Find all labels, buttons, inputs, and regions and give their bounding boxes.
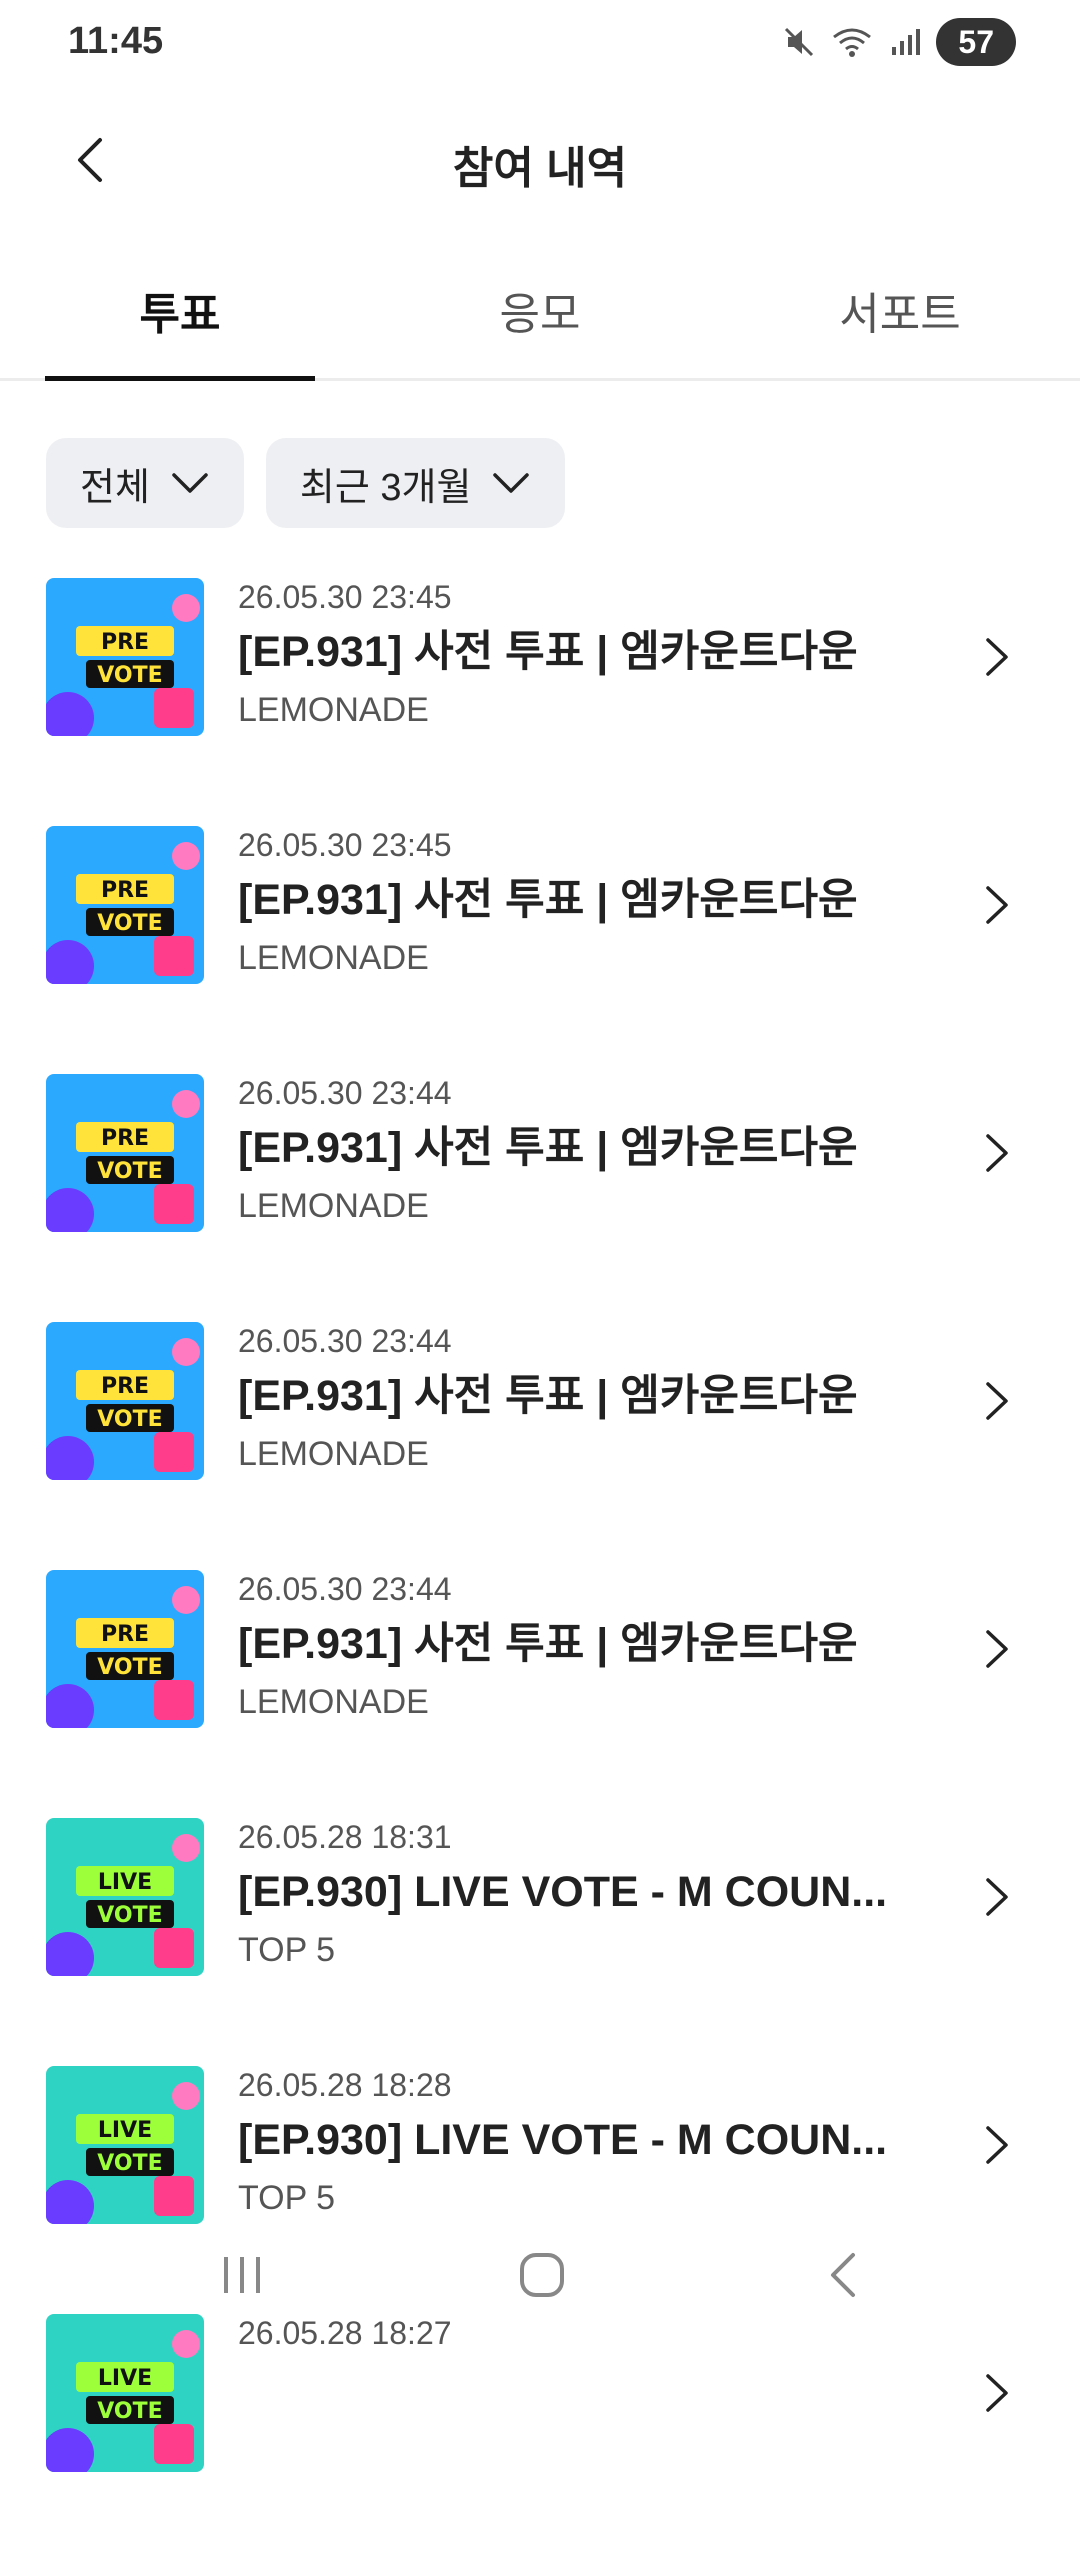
item-title: [EP.931] 사전 투표 | 엠카운트다운 (238, 1372, 858, 1420)
chevron-down-icon (493, 473, 530, 493)
badge-top-text: PRE (101, 878, 149, 903)
signal-icon (892, 29, 921, 55)
item-subtitle: TOP 5 (238, 1931, 336, 1969)
item-date: 26.05.30 23:45 (238, 579, 452, 615)
filter-all-dropdown[interactable]: 전체 (46, 438, 244, 528)
item-meta: 26.05.30 23:44 [EP.931] 사전 투표 | 엠카운트다운 LEM… (238, 1074, 938, 1228)
status-bar: 11:45 57 (0, 0, 1080, 90)
tab-bar: 투표 응모 서포트 (0, 260, 1080, 381)
item-meta: 26.05.28 18:28 [EP.930] LIVE VOTE - M COU… (238, 2066, 938, 2220)
item-date: 26.05.28 18:27 (238, 2315, 452, 2351)
header: 참여 내역 (0, 110, 1080, 210)
badge-top-text: PRE (101, 1374, 149, 1399)
list-item[interactable]: PRE VOTE 26.05.30 23:44 [EP.931] 사전 투표 | 엠카… (0, 1322, 1080, 1570)
item-date: 26.05.28 18:31 (238, 1819, 452, 1855)
badge-top-text: LIVE (98, 2366, 152, 2391)
item-meta: 26.05.30 23:45 [EP.931] 사전 투표 | 엠카운트다운 LEM… (238, 826, 938, 980)
vote-thumbnail: LIVE VOTE (46, 2066, 204, 2224)
list-item[interactable]: PRE VOTE 26.05.30 23:44 [EP.931] 사전 투표 | 엠카… (0, 1570, 1080, 1818)
item-subtitle: LEMONADE (238, 691, 429, 729)
item-subtitle: LEMONADE (238, 1187, 429, 1225)
badge-top-text: PRE (101, 1622, 149, 1647)
chevron-right-icon (986, 2126, 1008, 2164)
item-title: [EP.931] 사전 투표 | 엠카운트다운 (238, 628, 858, 676)
chevron-down-icon (172, 473, 208, 493)
badge-top-text: LIVE (98, 2118, 152, 2143)
battery-indicator: 57 (936, 18, 1016, 66)
vote-thumbnail: PRE VOTE (46, 1570, 204, 1728)
vote-thumbnail: LIVE VOTE (46, 1818, 204, 1976)
item-date: 26.05.30 23:44 (238, 1571, 452, 1607)
tab-support[interactable]: 서포트 (765, 278, 1035, 342)
badge-bottom-text: VOTE (97, 1159, 162, 1184)
recent-apps-icon[interactable] (212, 2245, 272, 2305)
vote-thumbnail: PRE VOTE (46, 578, 204, 736)
item-date: 26.05.30 23:44 (238, 1323, 452, 1359)
badge-bottom-text: VOTE (97, 911, 162, 936)
item-subtitle: LEMONADE (238, 939, 429, 977)
filter-bar: 전체 최근 3개월 (46, 438, 566, 528)
badge-top-text: PRE (101, 1126, 149, 1151)
tab-active-indicator (45, 376, 315, 381)
item-title: [EP.930] LIVE VOTE - M COUN... (238, 2116, 888, 2164)
item-meta: 26.05.30 23:45 [EP.931] 사전 투표 | 엠카운트다운 LEM… (238, 578, 938, 732)
chevron-right-icon (986, 1630, 1008, 1668)
item-subtitle: LEMONADE (238, 1683, 429, 1721)
badge-bottom-text: VOTE (97, 1407, 162, 1432)
chevron-right-icon (986, 638, 1008, 676)
status-time: 11:45 (68, 20, 164, 62)
badge-bottom-text: VOTE (97, 663, 162, 688)
tab-entry[interactable]: 응모 (405, 278, 675, 342)
home-icon[interactable] (512, 2245, 572, 2305)
badge-top-text: PRE (101, 630, 149, 655)
badge-bottom-text: VOTE (97, 1655, 162, 1680)
item-date: 26.05.30 23:45 (238, 827, 452, 863)
vote-thumbnail: PRE VOTE (46, 1074, 204, 1232)
filter-all-label: 전체 (80, 466, 150, 509)
badge-bottom-text: VOTE (97, 2399, 162, 2424)
list-item[interactable]: PRE VOTE 26.05.30 23:44 [EP.931] 사전 투표 | 엠카… (0, 1074, 1080, 1322)
item-subtitle: TOP 5 (238, 2179, 336, 2217)
filter-period-dropdown[interactable]: 최근 3개월 (265, 438, 566, 528)
vote-thumbnail: LIVE VOTE (46, 2314, 204, 2472)
status-icons: 57 (782, 18, 1016, 66)
tab-vote[interactable]: 투표 (45, 278, 315, 342)
system-nav-bar (0, 2235, 1080, 2315)
list-item[interactable]: PRE VOTE 26.05.30 23:45 [EP.931] 사전 투표 | 엠카… (0, 578, 1080, 826)
item-meta: 26.05.28 18:31 [EP.930] LIVE VOTE - M COU… (238, 1818, 938, 1972)
item-title: [EP.931] 사전 투표 | 엠카운트다운 (238, 1124, 858, 1172)
item-title: [EP.931] 사전 투표 | 엠카운트다운 (238, 876, 858, 924)
chevron-right-icon (986, 1134, 1008, 1172)
item-meta: 26.05.30 23:44 [EP.931] 사전 투표 | 엠카운트다운 LEM… (238, 1570, 938, 1724)
filter-period-label: 최근 3개월 (299, 466, 472, 509)
vote-thumbnail: PRE VOTE (46, 826, 204, 984)
item-date: 26.05.28 18:28 (238, 2067, 452, 2103)
badge-top-text: LIVE (98, 1870, 152, 1895)
badge-bottom-text: VOTE (97, 2151, 162, 2176)
list-item[interactable]: PRE VOTE 26.05.30 23:45 [EP.931] 사전 투표 | 엠카… (0, 826, 1080, 1074)
item-title: [EP.931] 사전 투표 | 엠카운트다운 (238, 1620, 858, 1668)
item-subtitle: LEMONADE (238, 1435, 429, 1473)
list-item[interactable]: LIVE VOTE 26.05.28 18:31 [EP.930] LIVE VOTE… (0, 1818, 1080, 2066)
item-title: [EP.930] LIVE VOTE - M COUN... (238, 1868, 888, 1916)
chevron-right-icon (986, 1382, 1008, 1420)
chevron-right-icon (986, 1878, 1008, 1916)
item-meta: 26.05.30 23:44 [EP.931] 사전 투표 | 엠카운트다운 LEM… (238, 1322, 938, 1476)
mute-icon (785, 27, 814, 57)
list-item[interactable]: LIVE VOTE 26.05.28 18:27 (0, 2314, 1080, 2562)
wifi-icon (833, 28, 872, 57)
item-meta: 26.05.28 18:27 (238, 2314, 938, 2368)
badge-bottom-text: VOTE (97, 1903, 162, 1928)
page-title: 참여 내역 (452, 144, 628, 193)
back-icon[interactable] (815, 2245, 875, 2305)
chevron-right-icon (986, 886, 1008, 924)
item-date: 26.05.30 23:44 (238, 1075, 452, 1111)
vote-thumbnail: PRE VOTE (46, 1322, 204, 1480)
chevron-right-icon (986, 2374, 1008, 2412)
